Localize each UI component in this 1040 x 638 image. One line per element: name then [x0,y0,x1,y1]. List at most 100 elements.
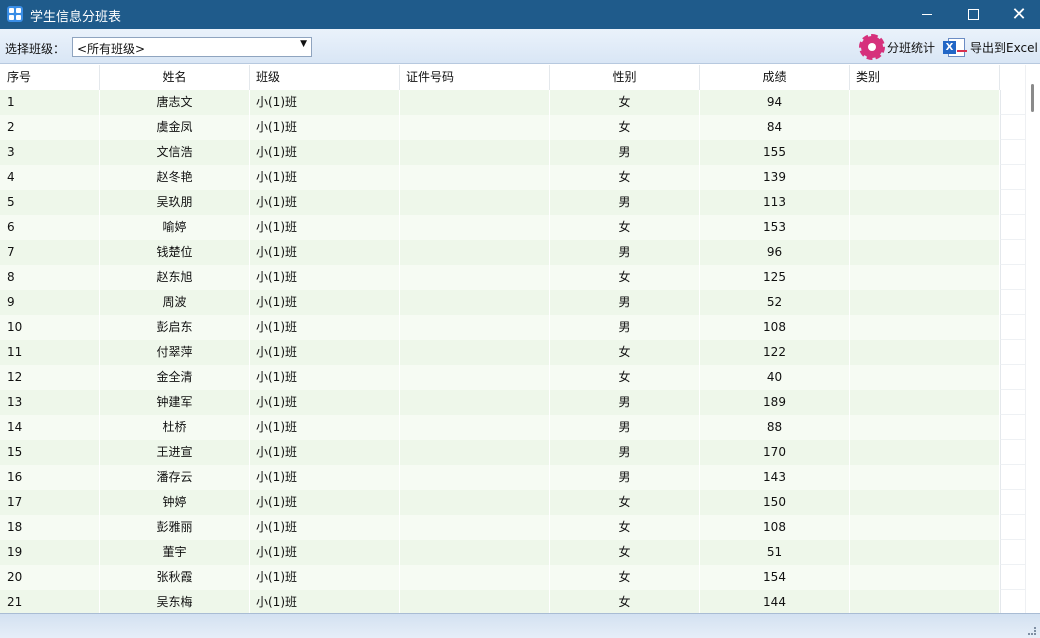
cell-id-number[interactable] [400,565,550,590]
cell-id-number[interactable] [400,115,550,140]
cell-name[interactable]: 喻婷 [100,215,250,240]
cell-gender[interactable]: 女 [550,165,700,190]
cell-index[interactable]: 2 [0,115,100,140]
cell-category[interactable] [850,140,1000,165]
cell-class[interactable]: 小(1)班 [250,140,400,165]
cell-name[interactable]: 彭启东 [100,315,250,340]
cell-score[interactable]: 94 [700,90,850,115]
cell-id-number[interactable] [400,440,550,465]
minimize-button[interactable] [904,0,950,29]
column-header-category[interactable]: 类别 [850,65,1000,90]
cell-index[interactable]: 18 [0,515,100,540]
cell-score[interactable]: 143 [700,465,850,490]
cell-gender[interactable]: 女 [550,340,700,365]
cell-index[interactable]: 17 [0,490,100,515]
cell-category[interactable] [850,440,1000,465]
cell-class[interactable]: 小(1)班 [250,165,400,190]
cell-name[interactable]: 吴玖朋 [100,190,250,215]
table-row[interactable]: 10 彭启东 小(1)班 男 108 [0,315,1025,340]
cell-index[interactable]: 11 [0,340,100,365]
cell-id-number[interactable] [400,515,550,540]
cell-class[interactable]: 小(1)班 [250,90,400,115]
cell-gender[interactable]: 男 [550,440,700,465]
cell-name[interactable]: 钟建军 [100,390,250,415]
close-button[interactable]: ✕ [996,0,1040,29]
cell-gender[interactable]: 男 [550,415,700,440]
cell-class[interactable]: 小(1)班 [250,190,400,215]
cell-class[interactable]: 小(1)班 [250,240,400,265]
cell-id-number[interactable] [400,490,550,515]
table-row[interactable]: 11 付翠萍 小(1)班 女 122 [0,340,1025,365]
cell-score[interactable]: 88 [700,415,850,440]
cell-class[interactable]: 小(1)班 [250,265,400,290]
cell-category[interactable] [850,415,1000,440]
cell-name[interactable]: 杜桥 [100,415,250,440]
class-select[interactable]: <所有班级> ▼ [72,37,312,57]
chevron-down-icon[interactable]: ▼ [300,39,307,49]
table-row[interactable]: 7 钱楚位 小(1)班 男 96 [0,240,1025,265]
cell-score[interactable]: 113 [700,190,850,215]
cell-name[interactable]: 吴东梅 [100,590,250,613]
cell-class[interactable]: 小(1)班 [250,365,400,390]
cell-category[interactable] [850,365,1000,390]
cell-id-number[interactable] [400,590,550,613]
cell-class[interactable]: 小(1)班 [250,340,400,365]
cell-class[interactable]: 小(1)班 [250,490,400,515]
column-header-name[interactable]: 姓名 [100,65,250,90]
export-excel-button[interactable]: X 导出到Excel [943,35,1038,59]
cell-index[interactable]: 13 [0,390,100,415]
table-row[interactable]: 16 潘存云 小(1)班 男 143 [0,465,1025,490]
cell-category[interactable] [850,265,1000,290]
cell-gender[interactable]: 女 [550,565,700,590]
cell-name[interactable]: 赵冬艳 [100,165,250,190]
cell-id-number[interactable] [400,290,550,315]
cell-name[interactable]: 潘存云 [100,465,250,490]
table-row[interactable]: 8 赵东旭 小(1)班 女 125 [0,265,1025,290]
cell-class[interactable]: 小(1)班 [250,565,400,590]
cell-category[interactable] [850,515,1000,540]
cell-id-number[interactable] [400,140,550,165]
cell-gender[interactable]: 男 [550,465,700,490]
table-row[interactable]: 14 杜桥 小(1)班 男 88 [0,415,1025,440]
cell-class[interactable]: 小(1)班 [250,115,400,140]
cell-gender[interactable]: 男 [550,190,700,215]
cell-gender[interactable]: 女 [550,90,700,115]
cell-category[interactable] [850,165,1000,190]
cell-score[interactable]: 154 [700,565,850,590]
cell-name[interactable]: 张秋霞 [100,565,250,590]
cell-class[interactable]: 小(1)班 [250,515,400,540]
cell-category[interactable] [850,315,1000,340]
cell-score[interactable]: 40 [700,365,850,390]
cell-score[interactable]: 52 [700,290,850,315]
cell-score[interactable]: 84 [700,115,850,140]
cell-score[interactable]: 108 [700,515,850,540]
class-stats-button[interactable]: 分班统计 [859,34,935,60]
cell-category[interactable] [850,115,1000,140]
cell-index[interactable]: 20 [0,565,100,590]
column-header-index[interactable]: 序号 [0,65,100,90]
table-row[interactable]: 6 喻婷 小(1)班 女 153 [0,215,1025,240]
cell-class[interactable]: 小(1)班 [250,590,400,613]
cell-index[interactable]: 5 [0,190,100,215]
cell-score[interactable]: 170 [700,440,850,465]
column-header-score[interactable]: 成绩 [700,65,850,90]
maximize-button[interactable] [950,0,996,29]
cell-class[interactable]: 小(1)班 [250,315,400,340]
table-row[interactable]: 15 王进宣 小(1)班 男 170 [0,440,1025,465]
cell-score[interactable]: 189 [700,390,850,415]
cell-gender[interactable]: 男 [550,140,700,165]
cell-index[interactable]: 6 [0,215,100,240]
cell-gender[interactable]: 女 [550,540,700,565]
cell-index[interactable]: 12 [0,365,100,390]
cell-name[interactable]: 董宇 [100,540,250,565]
cell-id-number[interactable] [400,340,550,365]
cell-name[interactable]: 彭雅丽 [100,515,250,540]
table-row[interactable]: 12 金全清 小(1)班 女 40 [0,365,1025,390]
cell-class[interactable]: 小(1)班 [250,290,400,315]
cell-index[interactable]: 1 [0,90,100,115]
cell-index[interactable]: 19 [0,540,100,565]
cell-id-number[interactable] [400,165,550,190]
cell-score[interactable]: 108 [700,315,850,340]
cell-index[interactable]: 8 [0,265,100,290]
cell-category[interactable] [850,290,1000,315]
